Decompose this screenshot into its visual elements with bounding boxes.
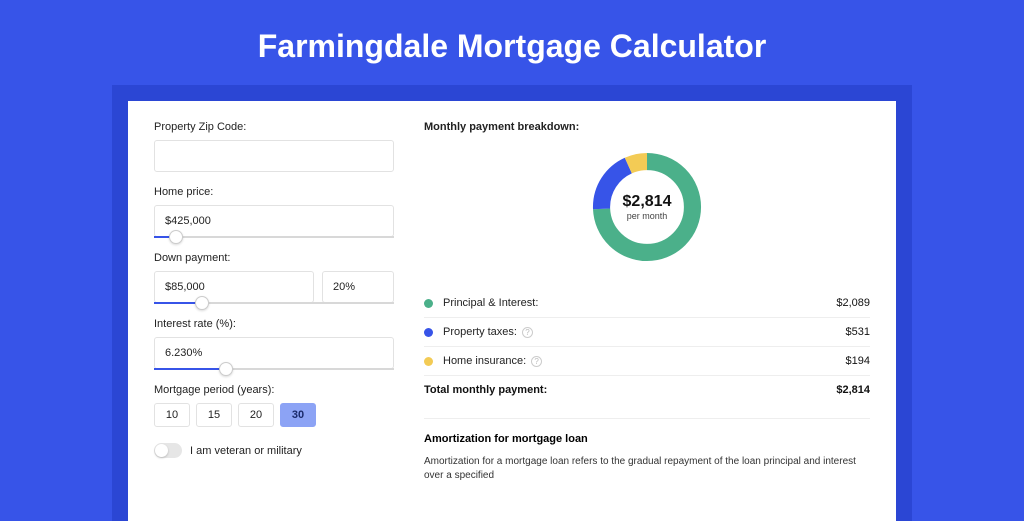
period-btn-10[interactable]: 10 bbox=[154, 403, 190, 427]
total-value: $2,814 bbox=[836, 384, 870, 396]
down-payment-label: Down payment: bbox=[154, 252, 394, 264]
breakdown-label: Principal & Interest: bbox=[443, 297, 538, 309]
period-btn-15[interactable]: 15 bbox=[196, 403, 232, 427]
home-price-label: Home price: bbox=[154, 186, 394, 198]
amortization-title: Amortization for mortgage loan bbox=[424, 433, 870, 445]
zip-label: Property Zip Code: bbox=[154, 121, 394, 133]
interest-group: Interest rate (%): bbox=[154, 318, 394, 370]
interest-label: Interest rate (%): bbox=[154, 318, 394, 330]
period-btn-20[interactable]: 20 bbox=[238, 403, 274, 427]
donut-sub: per month bbox=[627, 211, 668, 221]
amortization-text: Amortization for a mortgage loan refers … bbox=[424, 455, 870, 483]
breakdown-total-row: Total monthly payment: $2,814 bbox=[424, 376, 870, 404]
breakdown-row: Principal & Interest: $2,089 bbox=[424, 289, 870, 318]
down-payment-input[interactable] bbox=[154, 271, 314, 303]
calculator-panel: Property Zip Code: Home price: Down paym… bbox=[128, 101, 896, 521]
breakdown-row: Home insurance: ? $194 bbox=[424, 347, 870, 376]
swatch-icon bbox=[424, 299, 433, 308]
breakdown-value: $531 bbox=[846, 326, 870, 338]
slider-thumb[interactable] bbox=[195, 296, 209, 310]
veteran-label: I am veteran or military bbox=[190, 445, 302, 457]
swatch-icon bbox=[424, 328, 433, 337]
breakdown-label: Home insurance: bbox=[443, 355, 526, 367]
breakdown-value: $194 bbox=[846, 355, 870, 367]
veteran-toggle[interactable] bbox=[154, 443, 182, 458]
interest-slider[interactable] bbox=[154, 368, 394, 370]
donut-amount: $2,814 bbox=[623, 193, 672, 211]
page-title: Farmingdale Mortgage Calculator bbox=[0, 0, 1024, 85]
zip-input[interactable] bbox=[154, 140, 394, 172]
interest-input[interactable] bbox=[154, 337, 394, 369]
veteran-toggle-row: I am veteran or military bbox=[154, 443, 394, 458]
zip-field-group: Property Zip Code: bbox=[154, 121, 394, 172]
info-icon[interactable]: ? bbox=[531, 356, 542, 367]
home-price-group: Home price: bbox=[154, 186, 394, 238]
breakdown-column: Monthly payment breakdown: $2,814 per mo… bbox=[424, 121, 870, 521]
period-group: Mortgage period (years): 10 15 20 30 bbox=[154, 384, 394, 427]
down-payment-group: Down payment: bbox=[154, 252, 394, 304]
breakdown-label: Property taxes: bbox=[443, 326, 517, 338]
donut-chart: $2,814 per month bbox=[587, 147, 707, 267]
breakdown-list: Principal & Interest: $2,089 Property ta… bbox=[424, 289, 870, 404]
form-column: Property Zip Code: Home price: Down paym… bbox=[154, 121, 394, 521]
period-label: Mortgage period (years): bbox=[154, 384, 394, 396]
info-icon[interactable]: ? bbox=[522, 327, 533, 338]
slider-thumb[interactable] bbox=[219, 362, 233, 376]
period-buttons: 10 15 20 30 bbox=[154, 403, 394, 427]
breakdown-value: $2,089 bbox=[836, 297, 870, 309]
swatch-icon bbox=[424, 357, 433, 366]
breakdown-title: Monthly payment breakdown: bbox=[424, 121, 870, 133]
down-payment-slider[interactable] bbox=[154, 302, 394, 304]
toggle-knob bbox=[155, 444, 168, 457]
home-price-slider[interactable] bbox=[154, 236, 394, 238]
period-btn-30[interactable]: 30 bbox=[280, 403, 316, 427]
inner-panel: Property Zip Code: Home price: Down paym… bbox=[112, 85, 912, 521]
breakdown-row: Property taxes: ? $531 bbox=[424, 318, 870, 347]
total-label: Total monthly payment: bbox=[424, 384, 547, 396]
amortization-block: Amortization for mortgage loan Amortizat… bbox=[424, 418, 870, 483]
slider-thumb[interactable] bbox=[169, 230, 183, 244]
down-payment-pct-input[interactable] bbox=[322, 271, 394, 303]
home-price-input[interactable] bbox=[154, 205, 394, 237]
donut-chart-wrap: $2,814 per month bbox=[424, 147, 870, 267]
